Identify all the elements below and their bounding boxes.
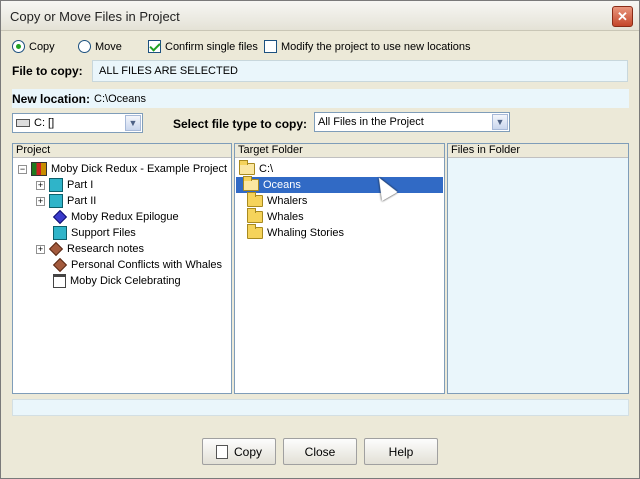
tree-item-epilogue[interactable]: Moby Redux Epilogue: [52, 209, 179, 225]
file-type-label: Select file type to copy:: [173, 117, 308, 131]
move-radio-indicator: [78, 40, 91, 53]
folder-item-label: Whalers: [267, 195, 308, 207]
expand-icon[interactable]: +: [36, 180, 45, 190]
tree-item-label: Part I: [67, 179, 94, 191]
new-location-bar: New location: C:\Oceans: [12, 89, 629, 108]
diamond-icon: [52, 209, 68, 225]
tree-item-part-2[interactable]: + Part II: [36, 193, 96, 209]
copy-radio-indicator: [12, 40, 25, 53]
folder-open-icon: [239, 160, 255, 175]
tree-item-support-files[interactable]: Support Files: [53, 225, 136, 241]
file-type-select-value: All Files in the Project: [318, 116, 424, 128]
project-root-label: Moby Dick Redux - Example Project: [51, 163, 228, 175]
window-title: Copy or Move Files in Project: [10, 9, 180, 24]
book-icon: [49, 194, 63, 208]
files-in-folder-panel: Files in Folder: [447, 143, 629, 394]
book-icon: [53, 226, 67, 240]
new-location-label: New location:: [12, 91, 91, 106]
folder-item-label: Whaling Stories: [267, 227, 345, 239]
project-root[interactable]: − Moby Dick Redux - Example Project: [18, 161, 227, 177]
folder-icon: [247, 192, 263, 207]
copy-button-label: Copy: [233, 444, 262, 459]
files-panel-header: Files in Folder: [448, 144, 628, 158]
drive-root-label: C:\: [259, 163, 274, 175]
target-panel-header: Target Folder: [235, 144, 444, 158]
target-folder-panel: Target Folder C:\ Oceans Whalers Whales …: [234, 143, 445, 394]
book-icon: [49, 178, 63, 192]
notes-icon: [52, 257, 68, 273]
confirm-checkbox-label: Confirm single files: [165, 40, 258, 53]
close-button[interactable]: Close: [283, 438, 357, 465]
new-location-value: C:\Oceans: [94, 92, 146, 105]
confirm-single-files-checkbox[interactable]: Confirm single files: [148, 40, 258, 53]
copy-icon: [215, 444, 228, 459]
tree-item-label: Research notes: [67, 243, 145, 255]
project-panel: Project − Moby Dick Redux - Example Proj…: [12, 143, 232, 394]
move-radio-label: Move: [95, 40, 122, 53]
document-icon: [53, 274, 66, 288]
folder-item-whales[interactable]: Whales: [247, 208, 304, 225]
modify-project-checkbox[interactable]: Modify the project to use new locations: [264, 40, 471, 53]
chevron-down-icon[interactable]: ▼: [492, 114, 508, 130]
folder-item-label: Oceans: [263, 179, 301, 191]
project-panel-header: Project: [13, 144, 231, 158]
copy-radio[interactable]: Copy: [12, 40, 55, 53]
drive-select-value: C: []: [34, 117, 55, 129]
tree-item-label: Personal Conflicts with Whales: [71, 259, 223, 271]
folder-open-icon: [243, 176, 259, 191]
help-button[interactable]: Help: [364, 438, 438, 465]
expand-icon[interactable]: +: [36, 244, 45, 254]
books-icon: [31, 162, 47, 176]
folder-item-oceans[interactable]: Oceans: [236, 176, 443, 193]
copy-move-dialog: Copy or Move Files in Project ✕ Copy Mov…: [0, 0, 640, 479]
tree-item-label: Moby Redux Epilogue: [71, 211, 179, 223]
drive-select[interactable]: C: [] ▼: [12, 113, 143, 133]
folder-icon: [247, 208, 263, 223]
tree-item-research-notes[interactable]: + Research notes: [36, 241, 144, 257]
status-bar: [12, 399, 629, 416]
tree-item-label: Moby Dick Celebrating: [70, 275, 181, 287]
copy-radio-label: Copy: [29, 40, 55, 53]
drive-root[interactable]: C:\: [239, 160, 274, 177]
tree-item-part-1[interactable]: + Part I: [36, 177, 93, 193]
modify-checkbox-label: Modify the project to use new locations: [281, 40, 471, 53]
folder-item-label: Whales: [267, 211, 304, 223]
close-window-button[interactable]: ✕: [612, 6, 633, 27]
file-to-copy-field[interactable]: ALL FILES ARE SELECTED: [92, 60, 628, 82]
folder-item-whalers[interactable]: Whalers: [247, 192, 308, 209]
collapse-icon[interactable]: −: [18, 164, 27, 174]
folder-item-whaling-stories[interactable]: Whaling Stories: [247, 224, 345, 241]
close-button-label: Close: [304, 444, 336, 459]
folder-icon: [247, 224, 263, 239]
tree-item-label: Support Files: [71, 227, 136, 239]
expand-icon[interactable]: +: [36, 196, 45, 206]
notes-icon: [48, 241, 64, 257]
move-radio[interactable]: Move: [78, 40, 122, 53]
confirm-checkbox-indicator: [148, 40, 161, 53]
drive-icon: [16, 119, 30, 127]
tree-item-label: Part II: [67, 195, 97, 207]
chevron-down-icon[interactable]: ▼: [125, 115, 141, 131]
tree-item-moby-dick-celebrating[interactable]: Moby Dick Celebrating: [53, 273, 181, 289]
help-button-label: Help: [388, 444, 414, 459]
title-bar: Copy or Move Files in Project ✕: [1, 1, 639, 31]
file-to-copy-label: File to copy:: [12, 64, 83, 78]
file-type-select[interactable]: All Files in the Project ▼: [314, 112, 510, 132]
tree-item-personal-conflicts[interactable]: Personal Conflicts with Whales: [52, 257, 223, 273]
modify-checkbox-indicator: [264, 40, 277, 53]
copy-button[interactable]: Copy: [202, 438, 276, 465]
